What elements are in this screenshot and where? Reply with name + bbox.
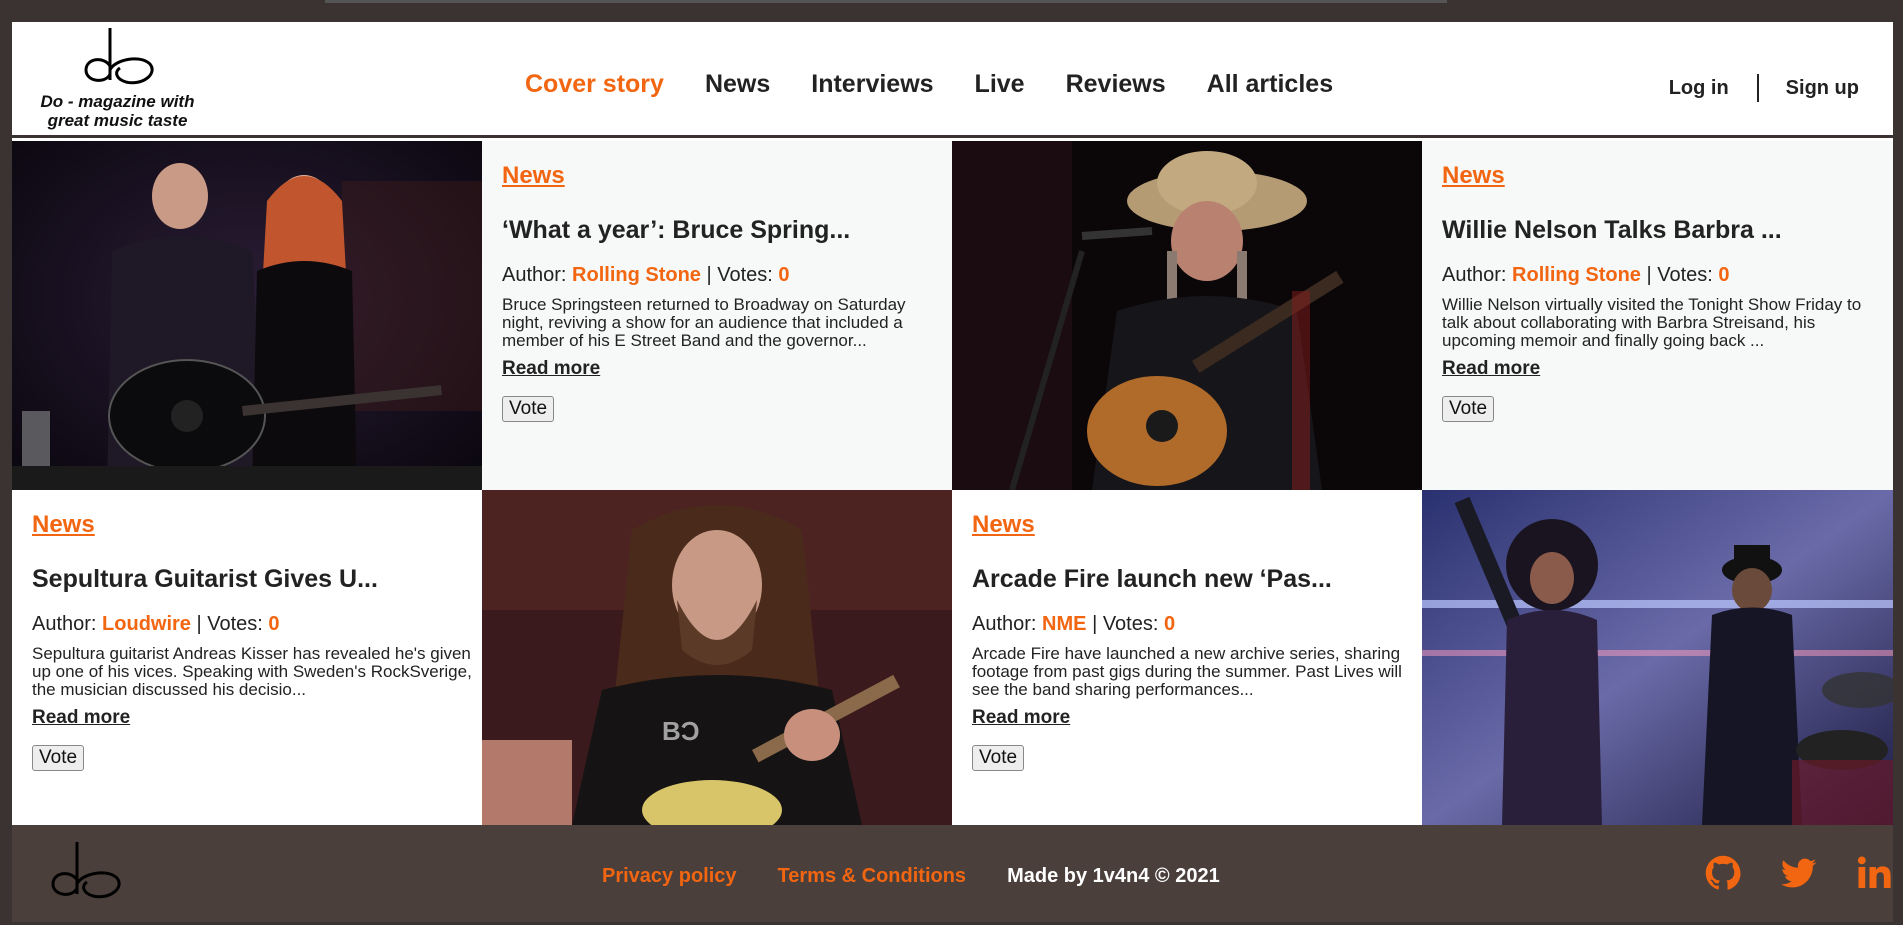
nav-all-articles[interactable]: All articles [1207, 70, 1333, 99]
article-grid: News ‘What a year’: Bruce Spring... Auth… [12, 141, 1893, 825]
article-card: News Willie Nelson Talks Barbra ... Auth… [1422, 141, 1893, 490]
article-excerpt: Bruce Springsteen returned to Broadway o… [502, 295, 906, 350]
logo[interactable]: Do - magazine with great music taste [30, 26, 205, 130]
site-footer: Privacy policy Terms & Conditions Made b… [12, 825, 1893, 922]
article-votes: 0 [1718, 264, 1730, 286]
article-author: Rolling Stone [572, 264, 701, 286]
article-votes: 0 [268, 613, 280, 635]
article-excerpt: Sepultura guitarist Andreas Kisser has r… [32, 644, 472, 699]
article-title[interactable]: Arcade Fire launch new ‘Pas... [972, 565, 1402, 594]
nav-live[interactable]: Live [975, 70, 1025, 99]
signup-link[interactable]: Sign up [1786, 77, 1859, 100]
auth-divider [1756, 74, 1759, 102]
vote-button[interactable]: Vote [32, 745, 85, 771]
article-meta: Author: Loudwire | Votes: 0 [32, 613, 462, 636]
nav-cover-story[interactable]: Cover story [525, 70, 664, 99]
footer-links: Privacy policy Terms & Conditions Made b… [602, 865, 1220, 888]
article-meta: Author: Rolling Stone | Votes: 0 [502, 264, 932, 287]
social-links [1665, 855, 1893, 896]
votes-label: | Votes: [1646, 264, 1713, 286]
terms-link[interactable]: Terms & Conditions [778, 865, 967, 888]
do-logo-icon [51, 842, 121, 899]
article-meta: Author: Rolling Stone | Votes: 0 [1442, 264, 1873, 287]
footer-logo[interactable] [47, 837, 123, 912]
votes-label: | Votes: [196, 613, 263, 635]
article-category-link[interactable]: News [32, 511, 95, 539]
article-image-sepultura[interactable]: ВƆ [482, 490, 952, 825]
vote-button[interactable]: Vote [1442, 396, 1495, 422]
article-category-link[interactable]: News [972, 511, 1035, 539]
article-image-arcade-fire[interactable] [1422, 490, 1893, 825]
privacy-policy-link[interactable]: Privacy policy [602, 865, 737, 888]
article-category-link[interactable]: News [502, 162, 565, 190]
site-tagline: Do - magazine with great music taste [40, 92, 195, 130]
article-excerpt: Arcade Fire have launched a new archive … [972, 644, 1402, 699]
nav-interviews[interactable]: Interviews [811, 70, 933, 99]
vote-button[interactable]: Vote [502, 396, 555, 422]
linkedin-icon[interactable] [1857, 855, 1893, 896]
read-more-link[interactable]: Read more [32, 707, 130, 729]
page: Do - magazine with great music taste Cov… [12, 22, 1893, 922]
article-meta: Author: NME | Votes: 0 [972, 613, 1402, 636]
votes-label: | Votes: [1092, 613, 1159, 635]
article-card: News Arcade Fire launch new ‘Pas... Auth… [952, 490, 1422, 825]
read-more-link[interactable]: Read more [1442, 358, 1540, 380]
site-header: Do - magazine with great music taste Cov… [12, 22, 1893, 138]
main-nav: Cover story News Interviews Live Reviews… [525, 70, 1374, 99]
article-title[interactable]: Sepultura Guitarist Gives U... [32, 565, 462, 594]
article-author: Loudwire [102, 613, 191, 635]
article-author: Rolling Stone [1512, 264, 1641, 286]
vote-button[interactable]: Vote [972, 745, 1025, 771]
twitter-icon[interactable] [1781, 855, 1817, 896]
nav-reviews[interactable]: Reviews [1066, 70, 1166, 99]
article-card: News Sepultura Guitarist Gives U... Auth… [12, 490, 482, 825]
do-logo-icon [83, 28, 153, 85]
article-votes: 0 [1163, 613, 1176, 635]
auth-links: Log in Sign up [1669, 74, 1859, 102]
author-label: Author: [972, 613, 1037, 635]
footer-credit: Made by 1v4n4 © 2021 [1007, 865, 1220, 887]
read-more-link[interactable]: Read more [502, 358, 600, 380]
author-label: Author: [32, 613, 97, 635]
github-icon[interactable] [1705, 855, 1741, 896]
author-label: Author: [1442, 264, 1507, 286]
article-title[interactable]: ‘What a year’: Bruce Spring... [502, 216, 932, 245]
nav-news[interactable]: News [705, 70, 770, 99]
article-title[interactable]: Willie Nelson Talks Barbra ... [1442, 216, 1873, 245]
article-votes: 0 [778, 264, 790, 286]
article-image-willie-nelson[interactable] [952, 141, 1422, 490]
browser-top-strip [0, 0, 1903, 22]
votes-label: | Votes: [706, 264, 773, 286]
article-card: News ‘What a year’: Bruce Spring... Auth… [482, 141, 952, 490]
article-image-springsteen[interactable] [12, 141, 482, 490]
author-label: Author: [502, 264, 567, 286]
svg-text:ВƆ: ВƆ [662, 716, 700, 746]
article-excerpt: Willie Nelson virtually visited the Toni… [1442, 295, 1862, 350]
scrollbar-track [325, 0, 1447, 3]
article-category-link[interactable]: News [1442, 162, 1505, 190]
article-author: NME [1042, 613, 1087, 635]
read-more-link[interactable]: Read more [972, 707, 1070, 729]
login-link[interactable]: Log in [1669, 77, 1729, 100]
